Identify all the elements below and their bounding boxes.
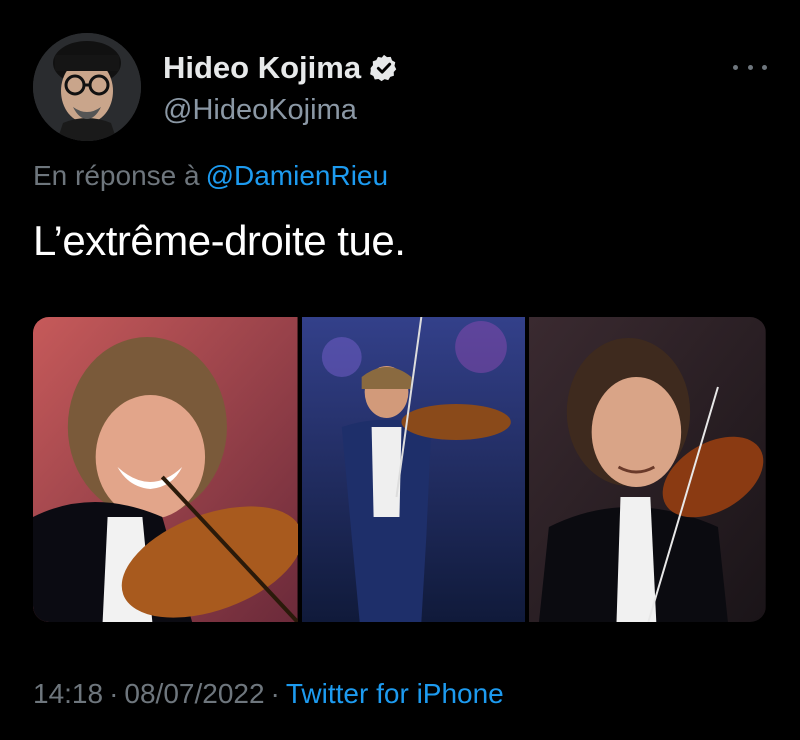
meta-separator: ·	[270, 678, 280, 709]
more-dot	[747, 64, 753, 70]
display-name[interactable]: Hideo Kojima	[163, 50, 361, 86]
tweet-meta: 14:18 · 08/07/2022 · Twitter for iPhone	[33, 678, 504, 710]
meta-separator: ·	[109, 678, 119, 709]
more-dot	[733, 64, 738, 70]
author-handle[interactable]: @HideoKojima	[163, 94, 357, 127]
tweet-text: L’extrême-droite tue.	[33, 217, 406, 264]
reply-context: En réponse à @DamienRieu	[33, 160, 388, 192]
photo-violinist-stage-icon	[301, 317, 526, 622]
tweet-date[interactable]: 08/07/2022	[124, 678, 264, 709]
verified-badge-icon	[369, 53, 399, 83]
media-grid	[33, 317, 766, 622]
reply-mention-link[interactable]: @DamienRieu	[206, 160, 389, 191]
media-photo-3[interactable]	[529, 317, 766, 622]
media-photo-1[interactable]	[33, 317, 298, 622]
avatar[interactable]	[33, 33, 141, 141]
tweet-time[interactable]: 14:18	[33, 678, 103, 709]
author-name-row[interactable]: Hideo Kojima	[163, 50, 399, 86]
more-dot	[762, 64, 767, 70]
reply-prefix: En réponse à	[33, 160, 200, 191]
media-photo-2[interactable]	[301, 317, 526, 622]
photo-violinist-laughing-icon	[33, 317, 298, 622]
more-options-icon[interactable]	[733, 60, 767, 74]
avatar-image	[33, 33, 141, 141]
tweet-source-link[interactable]: Twitter for iPhone	[286, 678, 504, 709]
photo-violinist-smiling-icon	[529, 317, 766, 622]
